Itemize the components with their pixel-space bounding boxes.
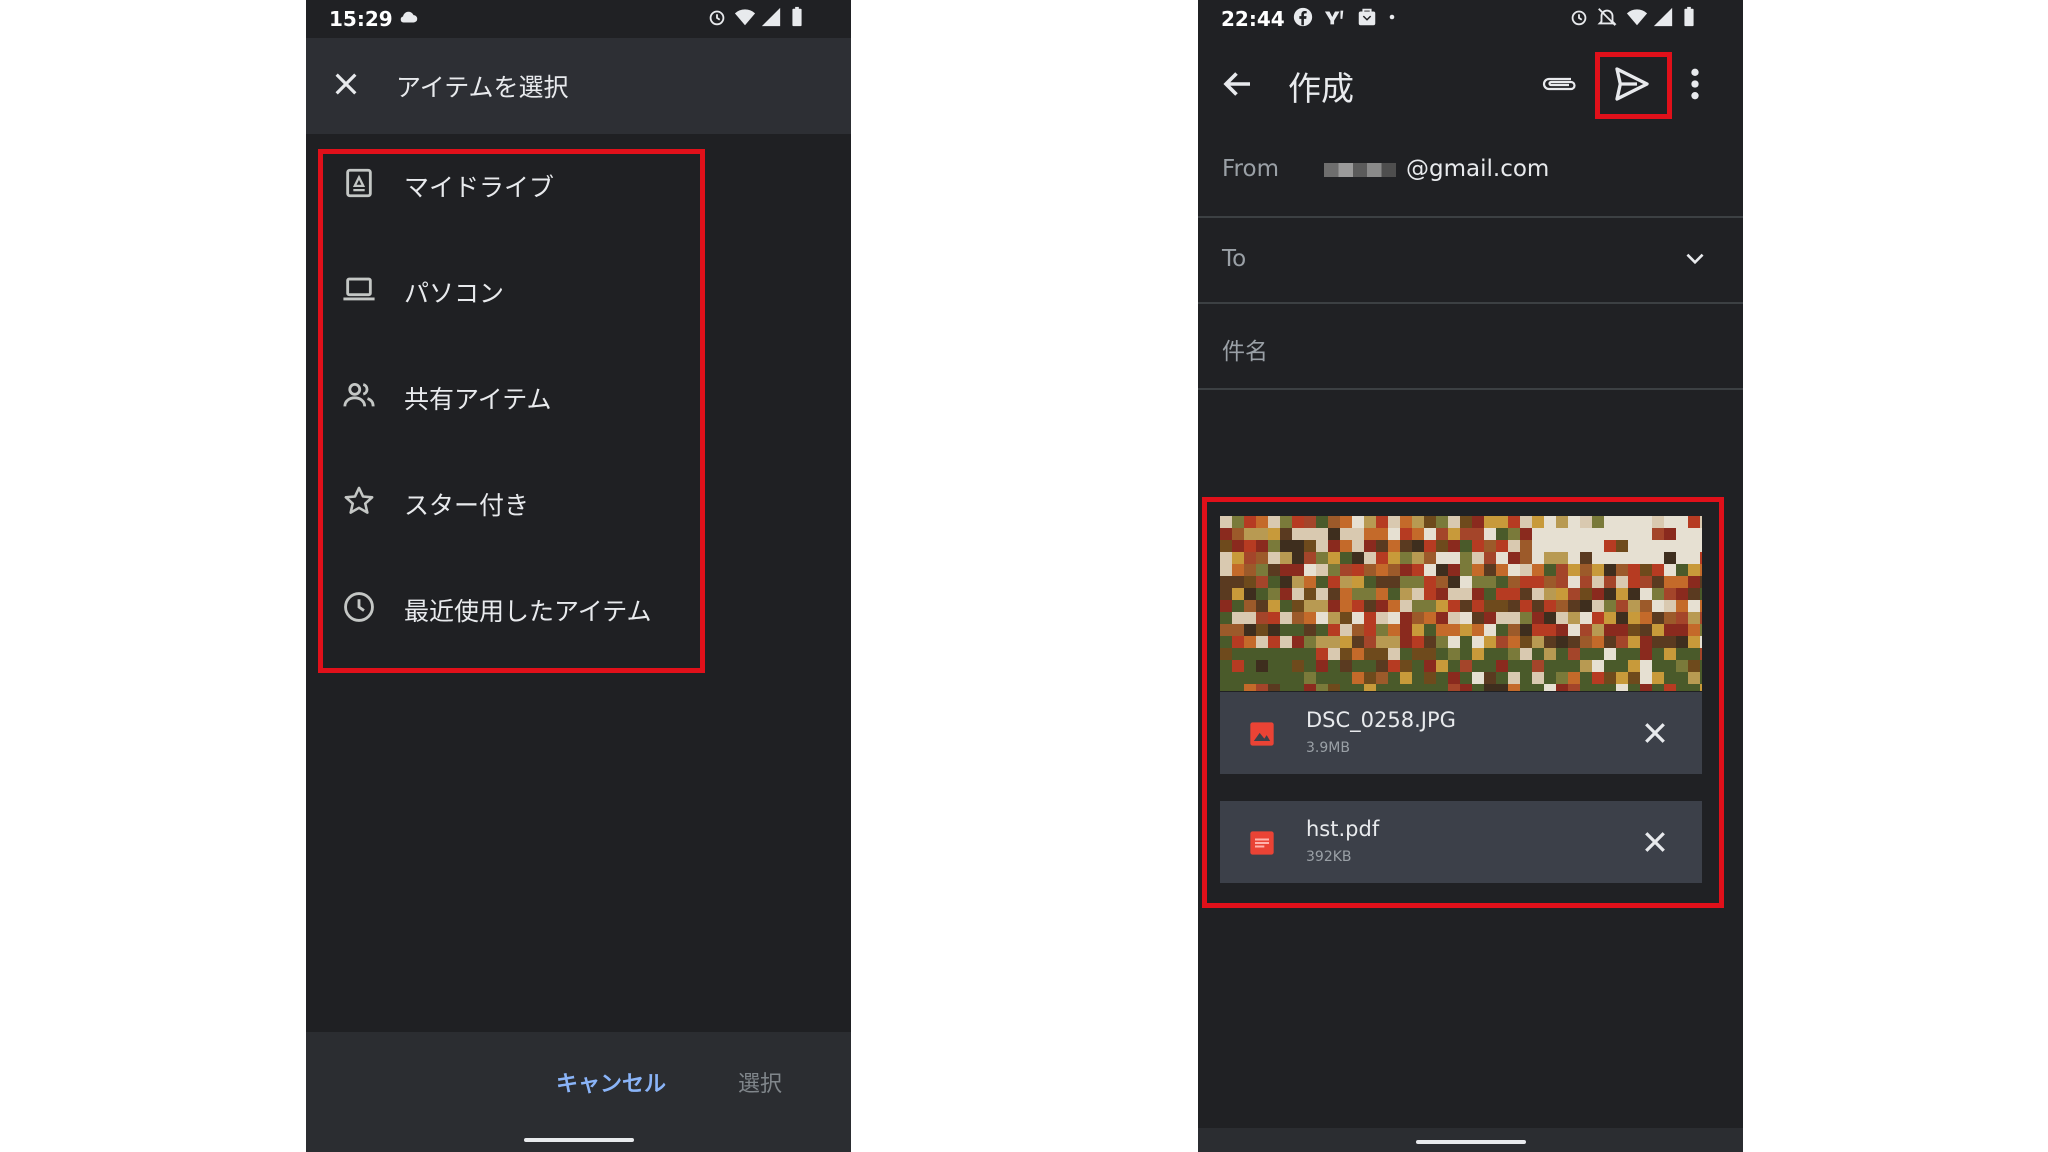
from-address: @gmail.com bbox=[1324, 156, 1549, 182]
yahoo-icon bbox=[1324, 10, 1344, 25]
status-bar: 22:44 bbox=[1198, 0, 1743, 38]
left-phone-screen: 15:29 アイテムを選択 マイドライブ パソコン 共有アイテム スター付き 最… bbox=[306, 0, 851, 1152]
facebook-icon bbox=[1293, 7, 1313, 27]
cancel-button[interactable]: キャンセル bbox=[556, 1066, 666, 1098]
to-field[interactable]: To bbox=[1198, 218, 1743, 304]
status-time: 22:44 bbox=[1221, 7, 1285, 31]
page-title: アイテムを選択 bbox=[396, 73, 569, 102]
cloud-icon bbox=[400, 11, 418, 23]
highlight-box bbox=[1202, 497, 1724, 908]
bell-off-icon bbox=[1597, 8, 1617, 26]
status-bar: 15:29 bbox=[306, 0, 851, 38]
dot-icon bbox=[1389, 14, 1395, 20]
select-button[interactable]: 選択 bbox=[738, 1066, 782, 1098]
from-label: From bbox=[1222, 156, 1279, 182]
back-arrow-icon[interactable] bbox=[1220, 66, 1256, 102]
alarm-icon bbox=[1571, 10, 1587, 26]
picker-footer: キャンセル 選択 bbox=[306, 1032, 851, 1152]
signal-icon bbox=[1653, 7, 1673, 27]
wifi-icon bbox=[1626, 9, 1648, 26]
subject-field[interactable]: 件名 bbox=[1198, 304, 1743, 390]
battery-icon bbox=[1684, 6, 1694, 27]
right-phone-screen: 22:44 作成 From @gmail.com To 件名 DSC_0258.… bbox=[1198, 0, 1743, 1152]
page-title: 作成 bbox=[1288, 69, 1354, 108]
navigation-bar bbox=[1198, 1128, 1743, 1152]
attachment-icon[interactable] bbox=[1540, 66, 1578, 102]
from-field[interactable]: From @gmail.com bbox=[1198, 130, 1743, 218]
signal-icon bbox=[761, 7, 781, 27]
wifi-icon bbox=[734, 9, 756, 26]
home-indicator[interactable] bbox=[524, 1138, 634, 1142]
to-label: To bbox=[1222, 246, 1247, 272]
subject-placeholder: 件名 bbox=[1222, 339, 1268, 365]
highlight-box bbox=[318, 149, 705, 673]
status-time: 15:29 bbox=[329, 7, 393, 31]
home-indicator[interactable] bbox=[1416, 1140, 1526, 1144]
redacted-block bbox=[1324, 162, 1396, 177]
battery-icon bbox=[792, 6, 802, 27]
chevron-down-icon[interactable] bbox=[1682, 248, 1708, 270]
picker-header: アイテムを選択 bbox=[306, 38, 851, 134]
app-notification-icon bbox=[1358, 8, 1376, 26]
highlight-box bbox=[1595, 52, 1672, 119]
more-vert-icon[interactable] bbox=[1684, 64, 1706, 104]
alarm-icon bbox=[709, 10, 725, 26]
close-icon[interactable] bbox=[330, 68, 362, 100]
from-domain: @gmail.com bbox=[1406, 156, 1550, 182]
